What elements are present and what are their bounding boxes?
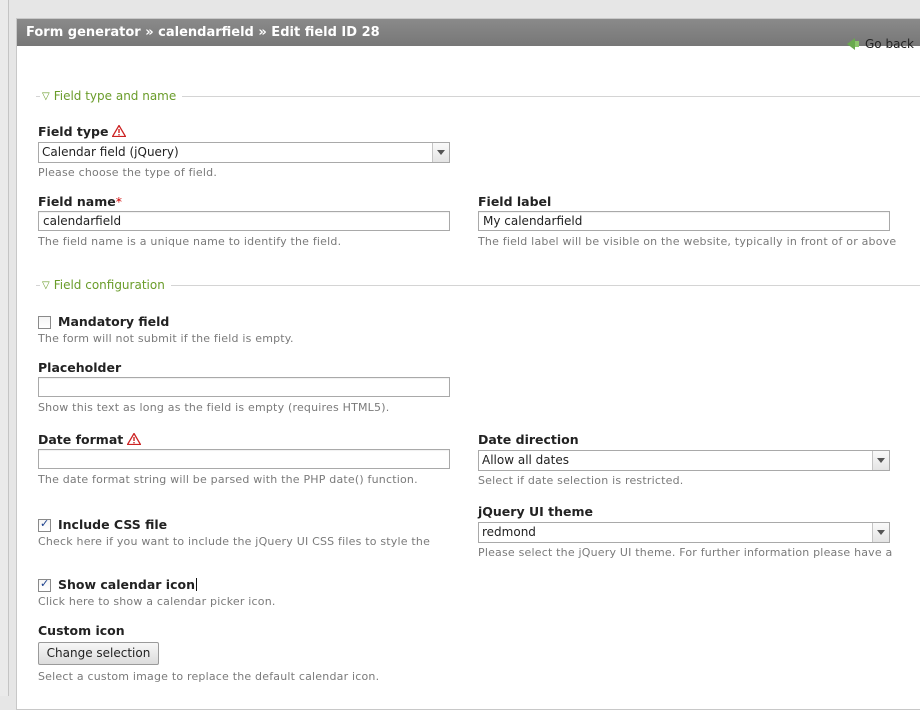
placeholder-help: Show this text as long as the field is e…	[38, 401, 390, 414]
collapse-triangle-icon: ▽	[42, 90, 50, 102]
date-direction-select[interactable]: Allow all dates	[478, 450, 890, 471]
dropdown-button[interactable]	[872, 451, 889, 470]
text-cursor	[195, 578, 197, 591]
ui-theme-label: jQuery UI theme	[478, 504, 593, 519]
field-name-input[interactable]: calendarfield	[38, 211, 450, 231]
field-name-label-text: Field name	[38, 194, 116, 209]
custom-icon-help: Select a custom image to replace the def…	[38, 670, 380, 683]
section-title: Field type and name	[53, 89, 177, 103]
required-marker: *	[115, 194, 122, 209]
section-title: Field configuration	[53, 278, 165, 292]
include-css-help: Check here if you want to include the jQ…	[38, 535, 431, 548]
field-type-select[interactable]: Calendar field (jQuery)	[38, 142, 450, 163]
collapse-triangle-icon: ▽	[42, 279, 50, 291]
field-type-value: Calendar field (jQuery)	[42, 145, 179, 159]
placeholder-label: Placeholder	[38, 360, 122, 375]
section-type-name[interactable]: ▽ Field type and name	[36, 88, 920, 104]
legend-line	[36, 95, 40, 97]
field-name-label: Field name*	[38, 194, 122, 209]
chevron-down-icon	[437, 150, 445, 155]
dropdown-button[interactable]	[432, 143, 449, 162]
back-arrow-icon	[847, 38, 855, 50]
go-back-label: Go back	[865, 37, 914, 51]
date-format-label: Date format	[38, 432, 142, 447]
checkmark-icon: ✓	[40, 517, 50, 530]
date-format-input[interactable]	[38, 449, 450, 469]
show-icon-label: Show calendar icon	[58, 577, 197, 592]
include-css-label: Include CSS file	[58, 517, 168, 532]
ui-theme-value: redmond	[482, 525, 536, 539]
date-format-label-text: Date format	[38, 432, 124, 447]
mandatory-label: Mandatory field	[58, 314, 170, 329]
field-type-label: Field type	[38, 124, 127, 139]
legend-line	[36, 284, 40, 286]
ui-theme-select[interactable]: redmond	[478, 522, 890, 543]
go-back-link[interactable]: Go back	[847, 36, 914, 52]
dropdown-button[interactable]	[872, 523, 889, 542]
checkmark-icon: ✓	[40, 577, 50, 590]
chevron-down-icon	[877, 530, 885, 535]
show-icon-help: Click here to show a calendar picker ico…	[38, 595, 276, 608]
field-label-label: Field label	[478, 194, 552, 209]
mandatory-help: The form will not submit if the field is…	[38, 332, 294, 345]
field-label-input[interactable]: My calendarfield	[478, 211, 890, 231]
page-title: Form generator » calendarfield » Edit fi…	[17, 19, 920, 46]
date-direction-help: Select if date selection is restricted.	[478, 474, 684, 487]
field-type-help: Please choose the type of field.	[38, 166, 218, 179]
ui-theme-help: Please select the jQuery UI theme. For f…	[478, 546, 893, 559]
placeholder-input[interactable]	[38, 377, 450, 397]
mandatory-checkbox[interactable]	[38, 316, 51, 329]
field-type-label-text: Field type	[38, 124, 109, 139]
left-edge	[0, 0, 9, 696]
date-format-help: The date format string will be parsed wi…	[38, 473, 418, 486]
warning-icon	[112, 125, 127, 137]
section-configuration[interactable]: ▽ Field configuration	[36, 277, 920, 293]
include-css-checkbox[interactable]: ✓	[38, 517, 51, 532]
show-icon-label-text: Show calendar icon	[58, 577, 195, 592]
date-direction-label: Date direction	[478, 432, 579, 447]
chevron-down-icon	[877, 458, 885, 463]
change-selection-button[interactable]: Change selection	[38, 642, 159, 665]
show-icon-checkbox[interactable]: ✓	[38, 577, 51, 592]
legend-line	[182, 95, 920, 97]
field-name-help: The field name is a unique name to ident…	[38, 235, 342, 248]
legend-line	[170, 284, 920, 286]
custom-icon-label: Custom icon	[38, 623, 125, 638]
warning-icon	[127, 433, 142, 445]
back-arrow-tail	[855, 41, 859, 47]
date-direction-value: Allow all dates	[482, 453, 569, 467]
field-label-help: The field label will be visible on the w…	[478, 235, 897, 248]
